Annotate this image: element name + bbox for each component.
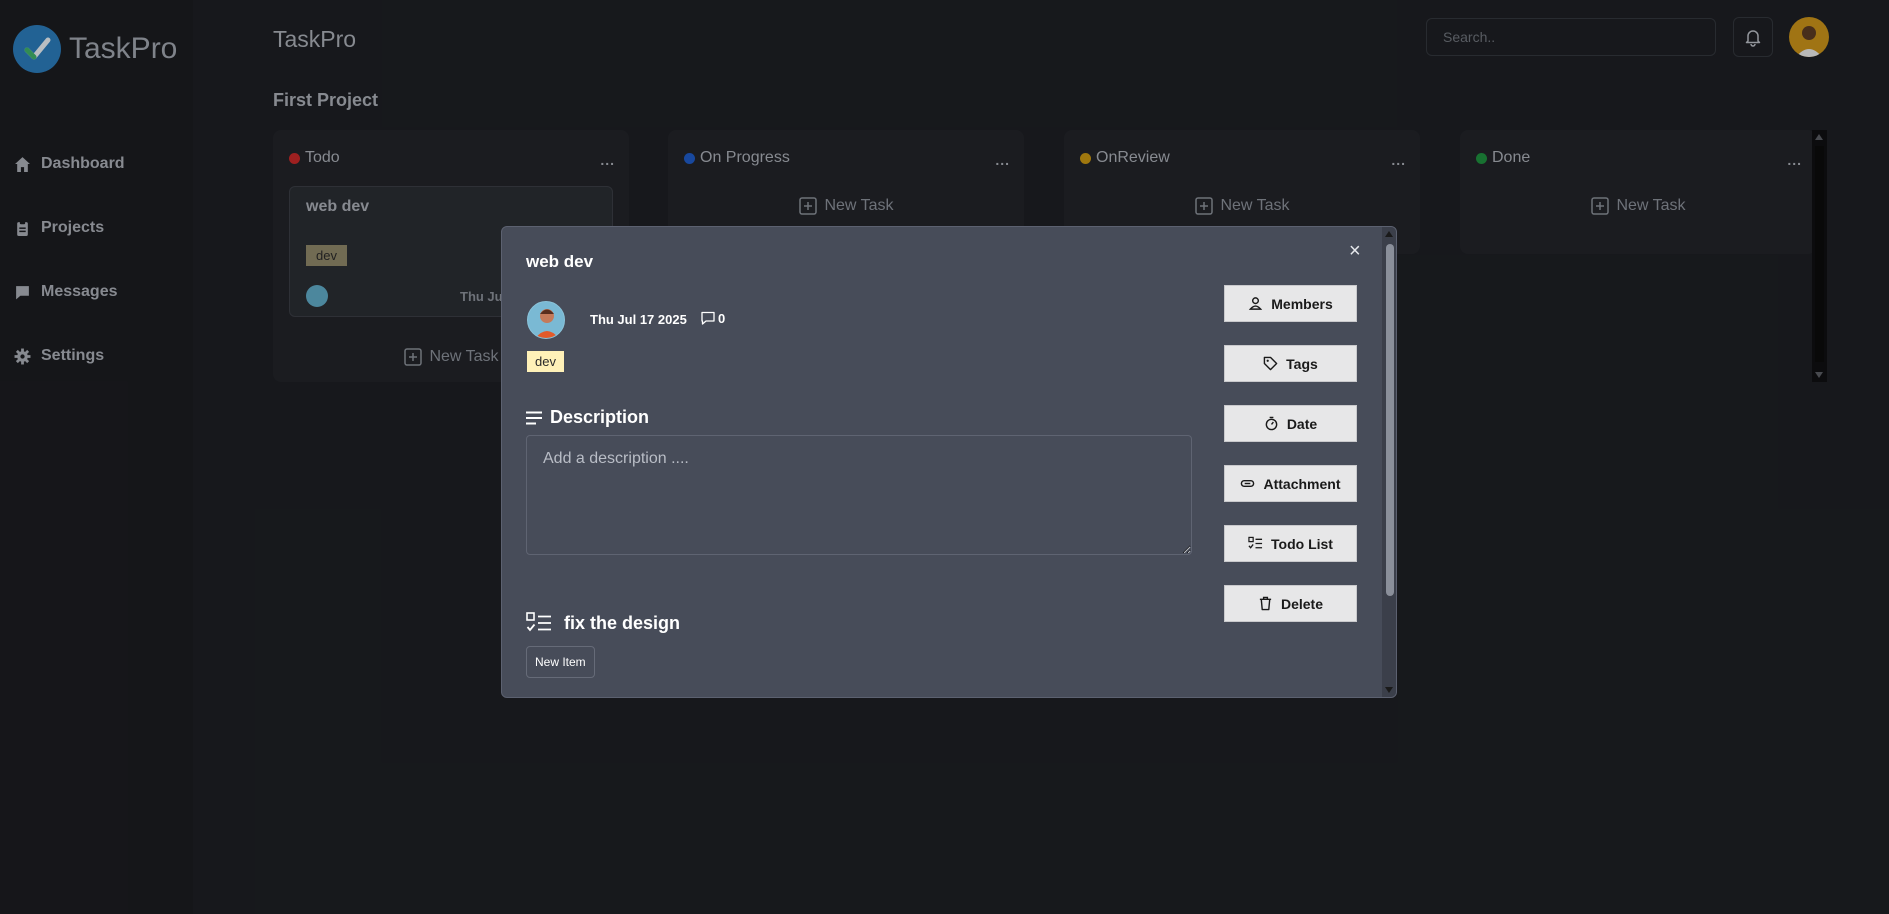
members-button[interactable]: Members: [1224, 285, 1357, 322]
todo-list-label: Todo List: [1271, 535, 1333, 552]
user-icon: [1249, 297, 1263, 310]
attachment-button[interactable]: Attachment: [1224, 465, 1357, 502]
new-item-button[interactable]: New Item: [526, 646, 595, 678]
close-button[interactable]: ×: [1349, 240, 1361, 263]
attachment-label: Attachment: [1263, 475, 1341, 492]
scrollbar-thumb[interactable]: [1386, 244, 1394, 596]
tags-button[interactable]: Tags: [1224, 345, 1357, 382]
modal-title: web dev: [526, 252, 594, 271]
task-tag[interactable]: dev: [527, 351, 564, 372]
member-avatar: [527, 301, 565, 339]
scroll-up-arrow-icon[interactable]: [1385, 231, 1393, 237]
comment-count[interactable]: 0: [700, 310, 725, 326]
tag-icon: [1263, 356, 1278, 371]
modal-scrollbar[interactable]: [1382, 227, 1396, 697]
delete-button[interactable]: Delete: [1224, 585, 1357, 622]
comment-count-value: 0: [718, 310, 726, 326]
todo-list-heading: fix the design: [526, 612, 680, 634]
trash-icon: [1259, 596, 1272, 611]
description-heading-label: Description: [550, 407, 650, 427]
date-button[interactable]: Date: [1224, 405, 1357, 442]
todo-list-title: fix the design: [564, 612, 681, 633]
scroll-down-arrow-icon[interactable]: [1385, 687, 1393, 693]
comment-icon: [701, 311, 715, 325]
task-detail-modal: web dev × Thu Jul 17 2025 0 dev Descript…: [501, 226, 1397, 698]
text-lines-icon: [526, 411, 542, 424]
delete-label: Delete: [1280, 595, 1324, 612]
members-label: Members: [1271, 295, 1333, 312]
tags-label: Tags: [1286, 355, 1318, 372]
task-date: Thu Jul 17 2025: [590, 312, 687, 327]
todo-list-button[interactable]: Todo List: [1224, 525, 1357, 562]
checklist-icon: [1248, 536, 1263, 549]
checklist-icon: [526, 612, 551, 632]
paperclip-icon: [1241, 479, 1255, 488]
stopwatch-icon: [1265, 416, 1278, 431]
date-label: Date: [1286, 415, 1318, 432]
description-textarea[interactable]: [526, 435, 1192, 555]
description-heading: Description: [526, 407, 649, 428]
